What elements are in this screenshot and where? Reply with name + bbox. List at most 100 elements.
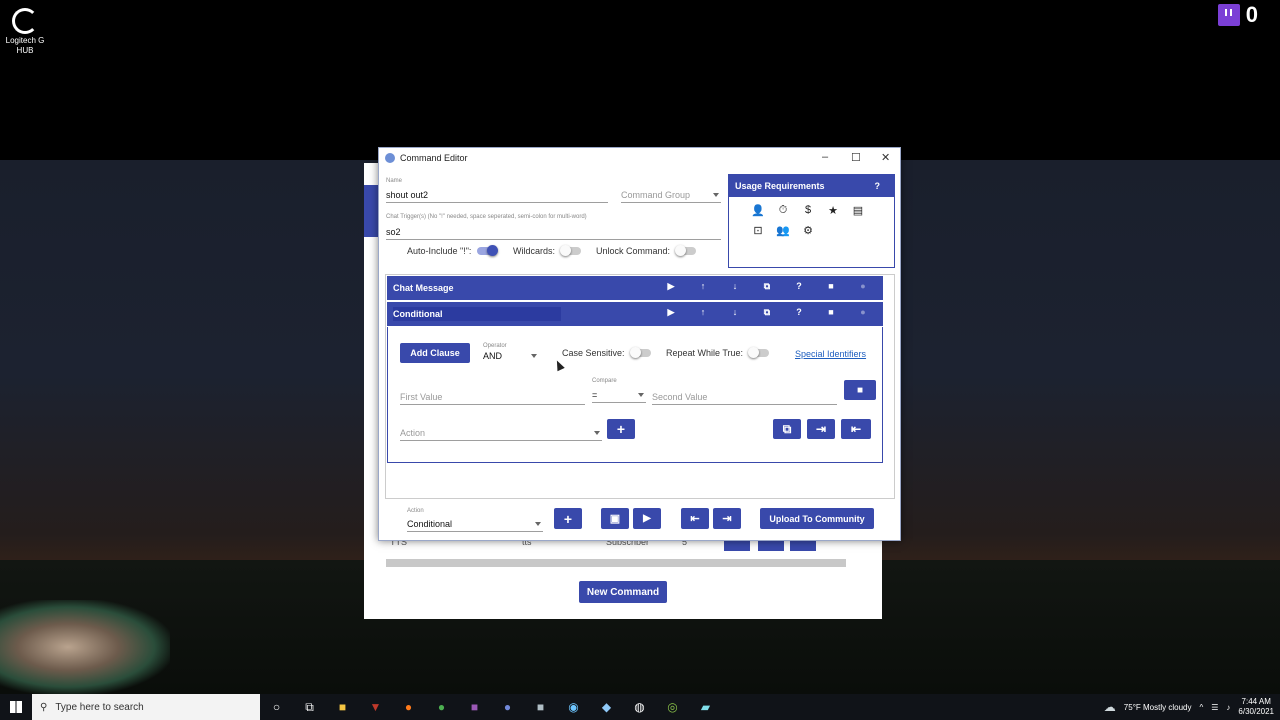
delete-icon[interactable]: ■: [825, 281, 837, 291]
move-down-icon[interactable]: ↓: [729, 281, 741, 291]
inventory-icon[interactable]: ▤: [851, 203, 865, 217]
chevron-down-icon: [531, 354, 537, 358]
operator-select[interactable]: Operator AND: [483, 343, 539, 363]
compare-value: =: [592, 390, 598, 400]
copy-action-icon[interactable]: ⧉: [773, 419, 801, 439]
chat-trigger-field[interactable]: Chat Trigger(s) (No "!" needed, space se…: [386, 214, 721, 240]
move-up-icon[interactable]: ↑: [697, 307, 709, 317]
wildcards-toggle[interactable]: [560, 245, 582, 256]
usage-icon-grid: 👤 ⏱ $ ★ ▤ ⊡ 👥 ⚙: [729, 197, 894, 243]
toggle-icon[interactable]: ●: [857, 307, 869, 317]
repeat-while-true-toggle[interactable]: [748, 347, 770, 358]
usage-requirements-panel: Usage Requirements ? 👤 ⏱ $ ★ ▤ ⊡ 👥 ⚙: [728, 174, 895, 268]
role-icon[interactable]: 👤: [751, 203, 765, 217]
help-icon[interactable]: ?: [793, 281, 805, 291]
system-tray: ☁ 75°F Mostly cloudy ^ ☰ ♪ 7:44 AM 6/30/…: [1104, 694, 1274, 720]
delete-icon[interactable]: ■: [825, 307, 837, 317]
chevron-down-icon: [638, 393, 644, 397]
second-value-field[interactable]: Second Value: [652, 387, 837, 405]
clock[interactable]: 7:44 AM 6/30/2021: [1238, 697, 1274, 717]
add-clause-button[interactable]: Add Clause: [400, 343, 470, 363]
chat-trigger-label: Chat Trigger(s) (No "!" needed, space se…: [386, 214, 587, 220]
move-down-icon[interactable]: ↓: [729, 307, 741, 317]
test-play-icon[interactable]: ▶: [633, 508, 661, 529]
save-icon[interactable]: ▣: [601, 508, 629, 529]
cooldown-icon[interactable]: ⏱: [776, 203, 790, 217]
auto-include-toggle[interactable]: [477, 245, 499, 256]
action-list: Chat Message ▶ ↑ ↓ ⧉ ? ■ ● Conditional ▶…: [385, 274, 895, 499]
case-sensitive-row: Case Sensitive:: [562, 347, 651, 358]
usage-help-button[interactable]: ?: [875, 181, 881, 191]
close-icon[interactable]: ✕: [881, 151, 890, 164]
app-icon-green[interactable]: ◎: [656, 694, 689, 720]
app-icon-circle[interactable]: ◍: [623, 694, 656, 720]
app-icon-cyan[interactable]: ▰: [689, 694, 722, 720]
app-icon-purple[interactable]: ■: [458, 694, 491, 720]
new-command-button[interactable]: New Command: [579, 581, 667, 603]
play-icon[interactable]: ▶: [665, 281, 677, 292]
desktop-icon-logitech[interactable]: Logitech G HUB: [4, 8, 46, 56]
special-identifiers-link[interactable]: Special Identifiers: [795, 349, 866, 359]
unlock-label: Unlock Command:: [596, 246, 671, 256]
chrome-icon[interactable]: ●: [425, 694, 458, 720]
command-group-select[interactable]: Command Group: [621, 182, 721, 203]
rank-icon[interactable]: ★: [826, 203, 840, 217]
app-icon: [385, 152, 395, 163]
play-icon[interactable]: ▶: [665, 307, 677, 318]
threshold-icon[interactable]: ⊡: [751, 223, 765, 237]
discord-icon[interactable]: ●: [491, 694, 524, 720]
conditional-panel: Add Clause Operator AND Case Sensitive: …: [387, 327, 883, 463]
compare-select[interactable]: Compare =: [592, 378, 646, 403]
import-icon[interactable]: ⇥: [807, 419, 835, 439]
logitech-icon: [12, 8, 38, 34]
volume-icon[interactable]: ♪: [1226, 703, 1230, 712]
copy-icon[interactable]: ⧉: [761, 281, 773, 292]
upload-to-community-button[interactable]: Upload To Community: [760, 508, 874, 529]
settings-icon[interactable]: ⚙: [801, 223, 815, 237]
steam-icon[interactable]: ◆: [590, 694, 623, 720]
help-icon[interactable]: ?: [793, 307, 805, 317]
task-view-icon[interactable]: ⧉: [293, 694, 326, 720]
mixitup-icon[interactable]: ◉: [557, 694, 590, 720]
currency-icon[interactable]: $: [801, 203, 815, 217]
cortana-icon[interactable]: ○: [260, 694, 293, 720]
footer-add-button[interactable]: +: [554, 508, 582, 529]
horizontal-scrollbar[interactable]: [386, 559, 846, 567]
weather-text[interactable]: 75°F Mostly cloudy: [1124, 703, 1192, 712]
action-title: Chat Message: [393, 283, 454, 293]
maximize-icon[interactable]: ☐: [851, 151, 861, 164]
add-action-button[interactable]: +: [607, 419, 635, 439]
users-icon[interactable]: 👥: [776, 223, 790, 237]
delete-clause-button[interactable]: ■: [844, 380, 876, 400]
repeat-while-true-row: Repeat While True:: [666, 347, 770, 358]
search-icon: ⚲: [40, 701, 48, 713]
name-field[interactable]: Name shout out2: [386, 178, 608, 203]
network-icon[interactable]: ☰: [1211, 703, 1218, 712]
file-explorer-icon[interactable]: ■: [326, 694, 359, 720]
export-icon[interactable]: ⇤: [841, 419, 871, 439]
start-button[interactable]: [0, 694, 32, 720]
app-icon-grey[interactable]: ■: [524, 694, 557, 720]
footer-action-select[interactable]: Action Conditional: [407, 508, 543, 532]
footer-import-icon[interactable]: ⇥: [713, 508, 741, 529]
chevron-up-icon[interactable]: ^: [1199, 703, 1203, 712]
toggle-icon[interactable]: ●: [857, 281, 869, 291]
move-up-icon[interactable]: ↑: [697, 281, 709, 291]
minimize-icon[interactable]: –: [822, 151, 828, 163]
windows-icon: [10, 701, 22, 713]
case-sensitive-toggle[interactable]: [629, 347, 651, 358]
firefox-icon[interactable]: ●: [392, 694, 425, 720]
operator-value: AND: [483, 351, 503, 361]
footer-export-icon[interactable]: ⇤: [681, 508, 709, 529]
chevron-down-icon: [713, 193, 719, 197]
first-value-field[interactable]: First Value: [400, 387, 585, 405]
app-icon-red[interactable]: ▼: [359, 694, 392, 720]
footer-action-value: Conditional: [407, 519, 453, 529]
desktop-icon-label: Logitech G HUB: [5, 36, 45, 55]
action-item-chat-message[interactable]: Chat Message ▶ ↑ ↓ ⧉ ? ■ ●: [387, 276, 883, 300]
taskbar-search[interactable]: ⚲ Type here to search: [32, 694, 260, 720]
copy-icon[interactable]: ⧉: [761, 307, 773, 318]
unlock-toggle[interactable]: [675, 245, 697, 256]
conditional-action-select[interactable]: Action: [400, 423, 602, 441]
action-item-conditional[interactable]: Conditional ▶ ↑ ↓ ⧉ ? ■ ●: [387, 302, 883, 326]
